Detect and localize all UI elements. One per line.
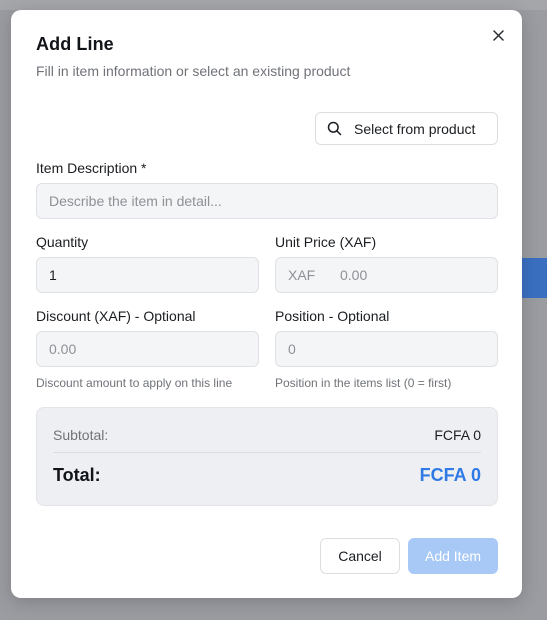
add-line-dialog: Add Line Fill in item information or sel… [11, 10, 522, 598]
totals-summary: Subtotal: FCFA 0 Total: FCFA 0 [36, 407, 498, 506]
subtotal-value: FCFA 0 [434, 427, 481, 443]
discount-input[interactable] [36, 331, 259, 367]
item-description-input[interactable] [36, 183, 498, 219]
position-label: Position - Optional [275, 308, 390, 324]
close-button[interactable] [489, 26, 507, 44]
position-hint: Position in the items list (0 = first) [275, 376, 452, 390]
summary-divider [53, 452, 481, 453]
subtotal-label: Subtotal: [53, 427, 109, 443]
discount-label: Discount (XAF) - Optional [36, 308, 196, 324]
currency-prefix: XAF [288, 267, 316, 283]
add-item-button[interactable]: Add Item [408, 538, 498, 574]
select-from-product-button[interactable]: Select from product [315, 112, 498, 145]
unit-price-input[interactable] [340, 267, 480, 283]
close-icon [492, 29, 504, 41]
item-description-label: Item Description * [36, 160, 147, 176]
dialog-title: Add Line [36, 34, 114, 54]
total-label: Total: [53, 465, 101, 485]
dialog-subtitle: Fill in item information or select an ex… [36, 63, 351, 79]
unit-price-label: Unit Price (XAF) [275, 234, 377, 250]
select-from-product-label: Select from product [354, 120, 476, 137]
search-icon [327, 121, 342, 136]
cancel-button[interactable]: Cancel [320, 538, 400, 574]
backdrop-top-strip [0, 0, 547, 10]
discount-hint: Discount amount to apply on this line [36, 376, 233, 390]
quantity-input[interactable] [36, 257, 259, 293]
quantity-label: Quantity [36, 234, 89, 250]
unit-price-field[interactable]: XAF [275, 257, 498, 293]
total-value: FCFA 0 [419, 465, 481, 485]
position-input[interactable] [275, 331, 498, 367]
